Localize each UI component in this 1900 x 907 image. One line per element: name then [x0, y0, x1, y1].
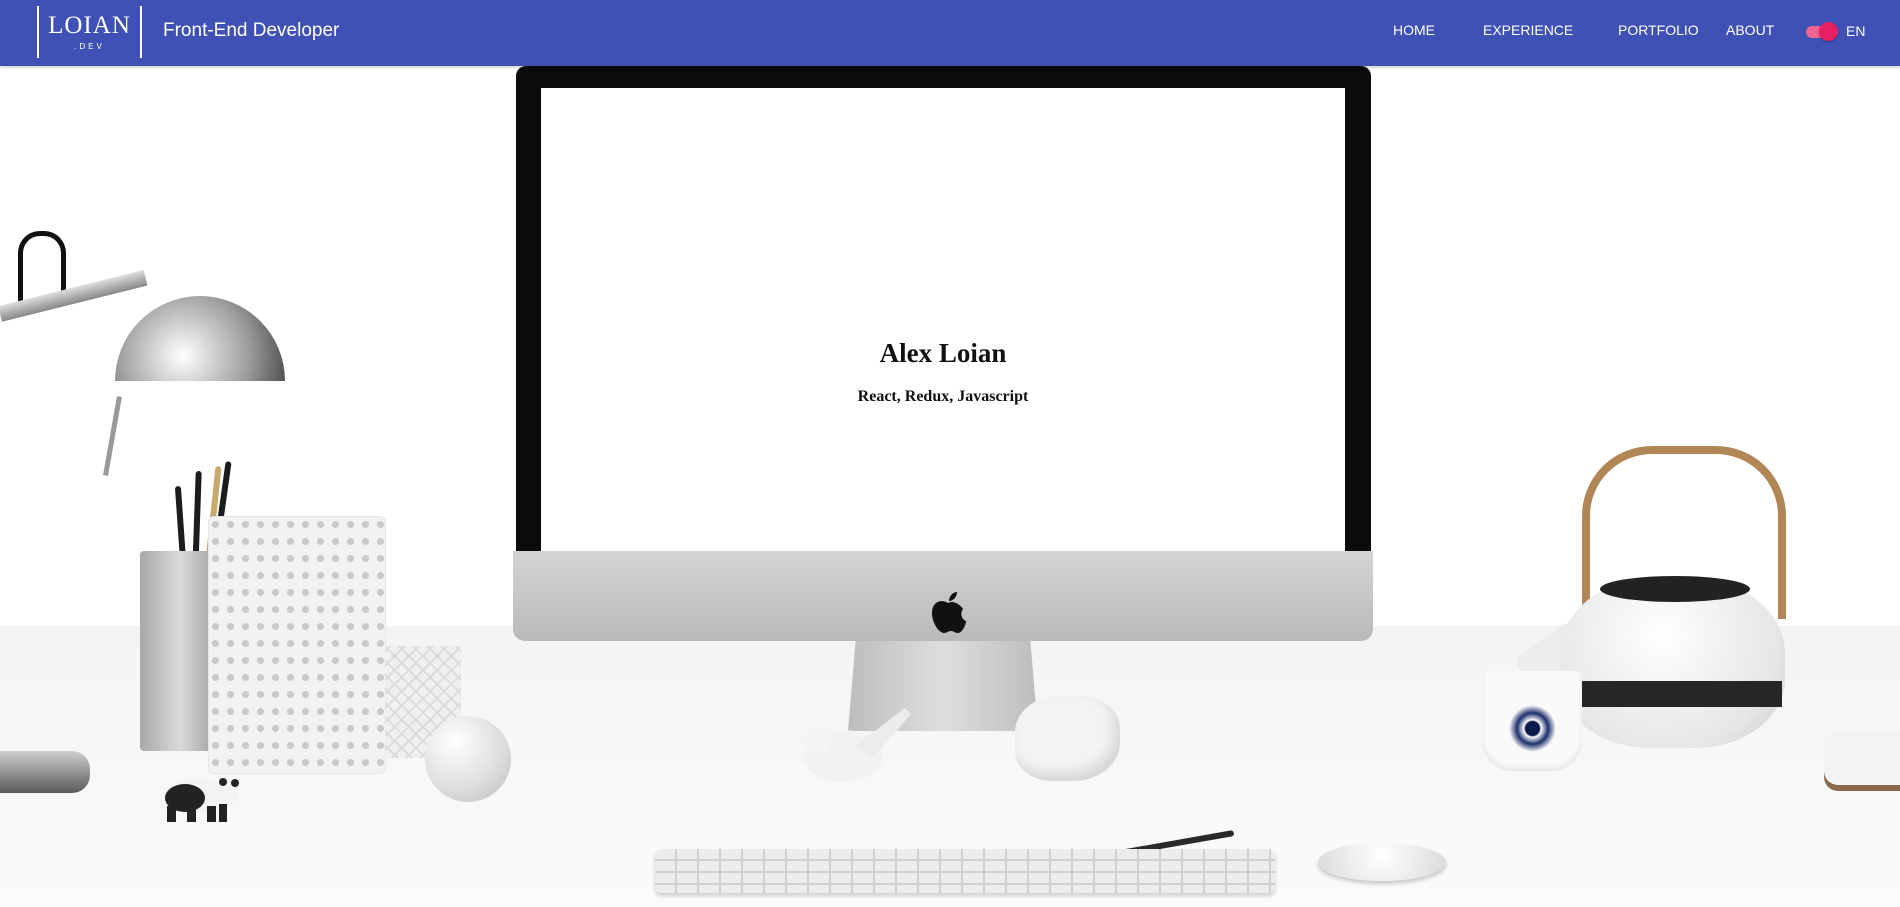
keyboard — [655, 849, 1275, 893]
monitor-screen: Alex Loian React, Redux, Javascript — [541, 88, 1345, 551]
teapot-band — [1562, 681, 1782, 707]
teapot-lid — [1600, 576, 1750, 602]
site-title: Front-End Developer — [163, 20, 340, 41]
desk-lamp-base — [0, 751, 90, 793]
hero-name: Alex Loian — [879, 338, 1007, 368]
top-navbar: LOIAN .DEV Front-End Developer HOME EXPE… — [0, 0, 1900, 66]
nav-link-portfolio[interactable]: PORTFOLIO — [1618, 22, 1699, 38]
perforated-pencil-cup — [208, 516, 386, 774]
language-toggle-thumb — [1819, 22, 1838, 41]
bird-figurine — [801, 708, 911, 782]
nav-link-about[interactable]: ABOUT — [1726, 22, 1774, 38]
desk-lamp-rod — [103, 396, 122, 476]
hero-skills: React, Redux, Javascript — [857, 388, 1029, 405]
desk-lamp-head — [115, 296, 285, 381]
magic-mouse — [1318, 843, 1446, 881]
language-toggle[interactable] — [1804, 21, 1838, 41]
logo-text: LOIAN — [48, 12, 131, 39]
side-plate — [1824, 731, 1900, 791]
logo-subtext: .DEV — [74, 42, 105, 51]
crumpled-paper — [1015, 696, 1120, 781]
language-label: EN — [1846, 23, 1866, 39]
apple-icon — [932, 592, 966, 633]
glass-sphere — [425, 716, 511, 802]
teacup-flower-pattern — [1505, 701, 1560, 756]
hero-background-scene: Alex Loian React, Redux, Javascript — [0, 66, 1900, 907]
nav-link-experience[interactable]: EXPERIENCE — [1483, 22, 1573, 38]
panda-figurine — [163, 778, 239, 822]
site-logo[interactable]: LOIAN .DEV — [37, 6, 142, 58]
nav-link-home[interactable]: HOME — [1393, 22, 1435, 38]
